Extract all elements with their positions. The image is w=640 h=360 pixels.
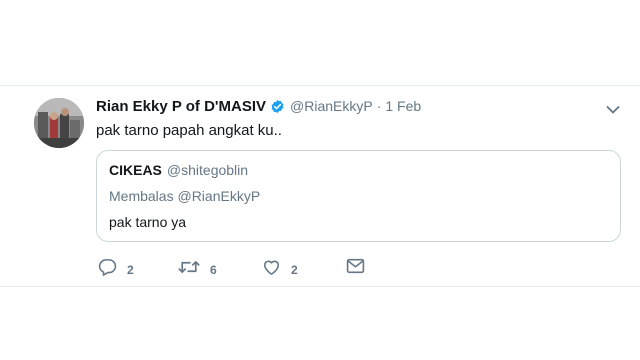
avatar-image [34,98,84,148]
quoted-author-handle: @shitegoblin [166,162,249,178]
direct-message-icon [346,258,365,279]
reply-icon [98,258,117,281]
tweet-timestamp[interactable]: 1 Feb [385,98,421,114]
author-handle[interactable]: @RianEkkyP [290,98,373,114]
retweet-button[interactable]: 6 [178,258,217,281]
tweet-text: pak tarno papah angkat ku.. [96,122,282,139]
avatar[interactable] [34,98,84,148]
like-count: 2 [291,262,298,277]
quoted-author-name: CIKEAS [109,162,162,178]
quoted-tweet-text: pak tarno ya [109,214,187,230]
like-icon [262,258,281,281]
author-name[interactable]: Rian Ekky P of D'MASIV [96,98,266,115]
direct-message-button[interactable] [346,258,365,279]
reply-count: 2 [127,262,134,277]
reply-to-handle[interactable]: @RianEkkyP [177,188,260,204]
quoted-reply-context: Membalas @RianEkkyP [109,188,260,204]
quoted-tweet-header: CIKEAS @shitegoblin [109,162,248,178]
bottom-divider [0,286,640,287]
reply-button[interactable]: 2 [98,258,134,281]
verified-badge-icon [270,99,285,114]
chevron-down-icon[interactable] [606,102,620,114]
tweet[interactable]: Rian Ekky P of D'MASIV @RianEkkyP · 1 Fe… [0,86,640,286]
tweet-header: Rian Ekky P of D'MASIV @RianEkkyP · 1 Fe… [96,96,421,116]
like-button[interactable]: 2 [262,258,298,281]
retweet-count: 6 [210,262,217,277]
quoted-tweet[interactable]: CIKEAS @shitegoblin Membalas @RianEkkyP … [96,150,621,242]
reply-prefix: Membalas [109,188,174,204]
separator-dot: · [376,98,382,114]
retweet-icon [178,258,200,281]
tweet-actions: 2 6 2 [96,258,396,278]
